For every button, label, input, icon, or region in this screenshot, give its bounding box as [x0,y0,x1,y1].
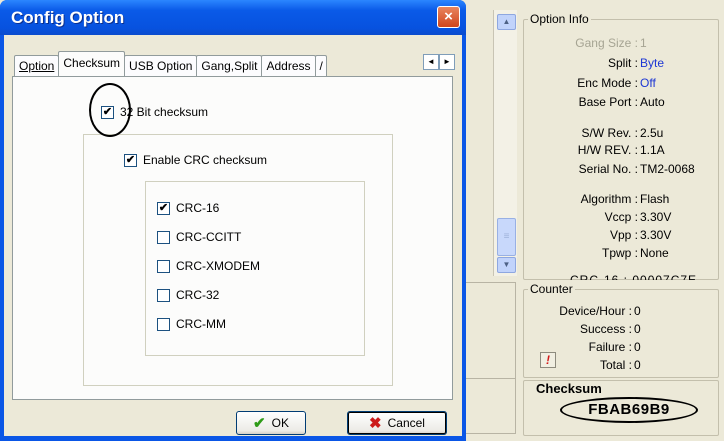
background-panel [465,282,516,434]
scroll-thumb[interactable]: ≡ [497,218,516,256]
info-row-vpp: Vpp : 3.30V [609,228,672,242]
ok-button[interactable]: ✔ OK [236,411,306,435]
tab-partial[interactable]: / [314,55,327,76]
close-icon[interactable]: × [437,6,460,28]
checkbox-enable-crc[interactable]: ✔ Enable CRC checksum [124,153,267,167]
info-row-split: Split : Byte [607,56,665,70]
dialog-title: Config Option [11,8,125,27]
info-row-base-port: Base Port : Auto [578,95,665,109]
counter-row-total: Total : 0 [599,358,641,372]
tab-checksum[interactable]: Checksum [58,51,126,76]
tab-address[interactable]: Address [261,55,316,76]
checkbox-box[interactable]: ✔ [124,153,137,167]
dialog-bottom-border [0,436,466,441]
info-row-tpwp: Tpwp : None [601,246,669,260]
config-option-dialog: Config Option × Option Checksum USB Opti… [0,0,466,441]
info-row-serial-no: Serial No. : TM2-0068 [578,162,695,176]
info-row-enc-mode: Enc Mode : Off [577,76,656,90]
checkbox-crc-32[interactable]: CRC-32 [157,288,219,302]
checksum-value: FBAB69B9 [560,397,698,423]
tab-scroll-left-icon[interactable]: ◄ [423,54,439,70]
info-row-algorithm: Algorithm : Flash [580,192,670,206]
checkbox-box[interactable] [157,288,170,302]
scroll-up-icon[interactable]: ▲ [497,14,516,30]
checkbox-box[interactable] [157,317,170,331]
checkbox-box[interactable] [157,259,170,273]
option-info-legend: Option Info [530,12,589,26]
divider [466,378,515,379]
checkmark-icon: ✔ [253,415,266,432]
tab-scroll-buttons: ◄ ► [423,54,455,70]
checkbox-crc-mm[interactable]: CRC-MM [157,317,226,331]
tab-scroll-right-icon[interactable]: ► [439,54,455,70]
tab-gang-split[interactable]: Gang,Split [196,55,263,76]
counter-row-failure: Failure : 0 [588,340,641,354]
crc16-value-partial: CRC-16 : 00007C7E [570,273,698,280]
tab-option[interactable]: Option [14,55,60,76]
tab-strip: Option Checksum USB Option Gang,Split Ad… [14,51,327,76]
info-row-sw-rev: S/W Rev. : 2.5u [581,126,664,140]
info-row-vccp: Vccp : 3.30V [604,210,672,224]
dialog-titlebar[interactable]: Config Option × [0,0,466,35]
x-icon: ✖ [369,415,382,432]
checkbox-crc-xmodem[interactable]: CRC-XMODEM [157,259,260,273]
scroll-down-icon[interactable]: ▼ [497,257,516,273]
reset-counter-button[interactable]: ! [540,352,556,368]
counter-row-device-hour: Device/Hour : 0 [559,304,641,318]
checksum-tab-panel: ✔ 32 Bit checksum ✔ Enable CRC checksum … [12,76,453,400]
checkbox-box[interactable] [157,230,170,244]
counter-legend: Counter [530,282,573,296]
cancel-button[interactable]: ✖ Cancel [347,411,447,435]
checkbox-box[interactable]: ✔ [157,201,170,215]
tab-usb-option[interactable]: USB Option [124,55,198,76]
info-row-gang-size: Gang Size : 1 [575,36,647,50]
counter-row-success: Success : 0 [579,322,641,336]
checkbox-crc-16[interactable]: ✔ CRC-16 [157,201,219,215]
option-info-scrollbar[interactable]: ▲ ≡ ▼ [493,10,517,276]
checksum-title: Checksum [536,381,602,396]
highlight-circle [89,83,131,137]
info-row-hw-rev: H/W REV. : 1.1A [577,143,665,157]
checkbox-crc-ccitt[interactable]: CRC-CCITT [157,230,241,244]
dialog-client-area: Option Checksum USB Option Gang,Split Ad… [4,35,462,441]
